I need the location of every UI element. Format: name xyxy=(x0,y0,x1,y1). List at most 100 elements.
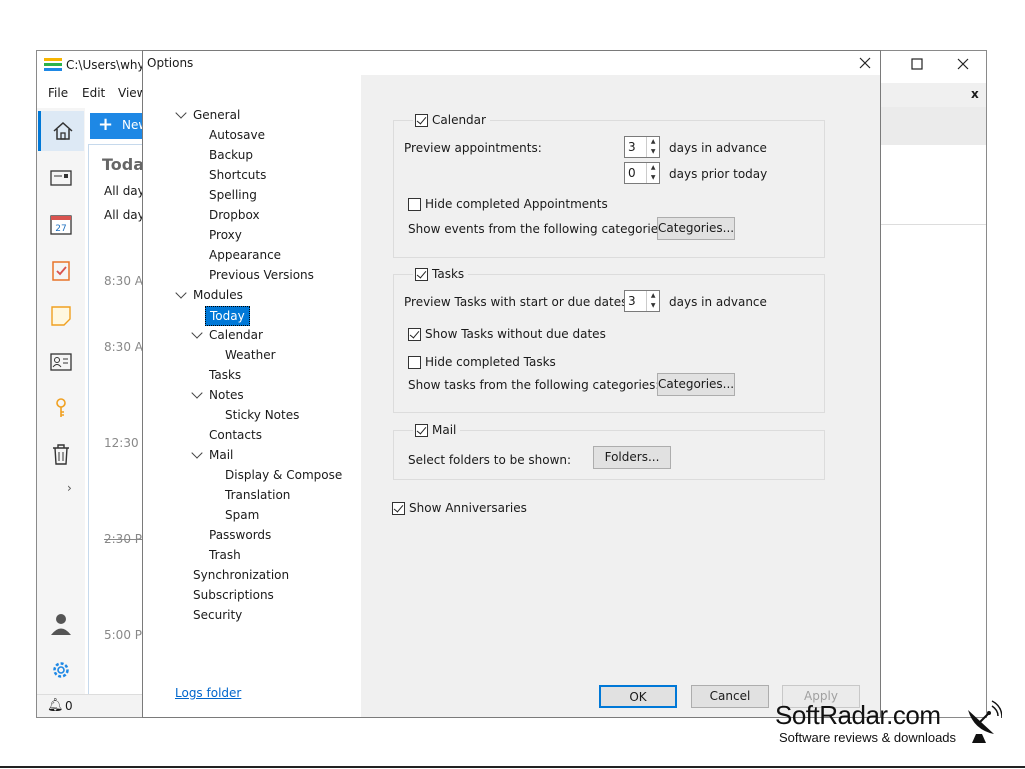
tree-item-calendar[interactable]: Calendar xyxy=(209,328,263,342)
tasks-icon[interactable] xyxy=(38,250,84,290)
spin-up-icon[interactable]: ▲ xyxy=(647,137,659,147)
allday-item[interactable]: All day xyxy=(104,184,145,198)
chevron-down-icon[interactable] xyxy=(191,447,203,459)
ok-button[interactable]: OK xyxy=(599,685,677,708)
tasks-days-advance-value[interactable]: 3 xyxy=(625,291,646,311)
bell-icon[interactable]: 🔔︎ xyxy=(47,698,64,713)
allday-item[interactable]: All day xyxy=(104,208,145,222)
spin-down-icon[interactable]: ▼ xyxy=(647,147,659,157)
trash-icon[interactable] xyxy=(38,434,84,474)
tree-item-proxy[interactable]: Proxy xyxy=(209,228,242,242)
status-bar: 🔔︎ 0 xyxy=(37,694,144,717)
tree-item-spelling[interactable]: Spelling xyxy=(209,188,257,202)
tree-item-passwords[interactable]: Passwords xyxy=(209,528,271,542)
hide-completed-tasks-row[interactable]: Hide completed Tasks xyxy=(408,355,556,369)
reading-pane: x xyxy=(881,83,986,717)
select-folders-label: Select folders to be shown: xyxy=(408,453,572,467)
tasks-categories-button[interactable]: Categories... xyxy=(657,373,735,396)
cancel-button[interactable]: Cancel xyxy=(691,685,769,708)
tree-item-autosave[interactable]: Autosave xyxy=(209,128,265,142)
mail-checkbox[interactable] xyxy=(415,423,428,437)
calendar-icon[interactable]: 27 xyxy=(38,204,84,244)
show-anniversaries-row[interactable]: Show Anniversaries xyxy=(392,501,527,515)
tree-item-dropbox[interactable]: Dropbox xyxy=(209,208,260,222)
mail-group-header[interactable]: Mail xyxy=(413,423,461,437)
days-advance-stepper[interactable]: 3 ▲ ▼ xyxy=(624,136,660,158)
calendar-group-title: Calendar xyxy=(432,113,486,127)
hide-completed-appointments-label: Hide completed Appointments xyxy=(425,197,608,211)
dialog-close-icon[interactable] xyxy=(859,57,871,72)
spin-up-icon[interactable]: ▲ xyxy=(647,291,659,301)
satellite-dish-icon xyxy=(964,700,1003,747)
tree-item-appearance[interactable]: Appearance xyxy=(209,248,281,262)
module-sidebar: 27 › xyxy=(37,108,85,694)
logs-folder-link[interactable]: Logs folder xyxy=(175,686,241,700)
menu-edit[interactable]: Edit xyxy=(82,86,105,100)
tasks-group-title: Tasks xyxy=(432,267,465,281)
tree-item-display-compose[interactable]: Display & Compose xyxy=(225,468,342,482)
days-prior-value[interactable]: 0 xyxy=(625,163,646,183)
user-icon[interactable] xyxy=(38,604,84,644)
chevron-down-icon[interactable] xyxy=(191,327,203,339)
preview-tasks-label: Preview Tasks with start or due dates: xyxy=(404,295,632,309)
chevron-down-icon[interactable] xyxy=(191,387,203,399)
tree-item-today[interactable]: Today xyxy=(205,306,250,326)
hide-completed-tasks-checkbox[interactable] xyxy=(408,355,421,369)
calendar-checkbox[interactable] xyxy=(415,113,428,127)
spin-down-icon[interactable]: ▼ xyxy=(647,301,659,311)
notes-icon[interactable] xyxy=(38,296,84,336)
chevron-down-icon[interactable] xyxy=(175,287,187,299)
expand-chevron-icon[interactable]: › xyxy=(67,481,72,495)
show-anniversaries-checkbox[interactable] xyxy=(392,501,405,515)
maximize-icon[interactable] xyxy=(911,58,923,73)
tree-item-previous-versions[interactable]: Previous Versions xyxy=(209,268,314,282)
tree-item-modules[interactable]: Modules xyxy=(193,288,243,302)
show-tasks-without-due-checkbox[interactable] xyxy=(408,327,421,341)
new-button[interactable]: + New xyxy=(90,113,148,139)
spin-up-icon[interactable]: ▲ xyxy=(647,163,659,173)
show-tasks-without-due-row[interactable]: Show Tasks without due dates xyxy=(408,327,606,341)
tree-item-tasks[interactable]: Tasks xyxy=(209,368,241,382)
close-tab-icon[interactable]: x xyxy=(971,87,979,101)
tree-item-trash[interactable]: Trash xyxy=(209,548,241,562)
mail-icon[interactable] xyxy=(38,158,84,198)
tree-item-synchronization[interactable]: Synchronization xyxy=(193,568,289,582)
hide-completed-appointments-checkbox[interactable] xyxy=(408,197,421,211)
key-icon[interactable] xyxy=(38,388,84,428)
calendar-group-header[interactable]: Calendar xyxy=(413,113,490,127)
toolbar-strip xyxy=(881,107,986,145)
menu-file[interactable]: File xyxy=(48,86,68,100)
tree-item-shortcuts[interactable]: Shortcuts xyxy=(209,168,266,182)
folders-button[interactable]: Folders... xyxy=(593,446,671,469)
tree-item-contacts[interactable]: Contacts xyxy=(209,428,262,442)
preview-appointments-label: Preview appointments: xyxy=(404,141,542,155)
tree-item-notes[interactable]: Notes xyxy=(209,388,244,402)
days-advance-value[interactable]: 3 xyxy=(625,137,646,157)
tree-item-spam[interactable]: Spam xyxy=(225,508,259,522)
show-tasks-categories-label: Show tasks from the following categories… xyxy=(408,378,660,392)
tasks-checkbox[interactable] xyxy=(415,267,428,281)
mail-group-title: Mail xyxy=(432,423,457,437)
tree-item-mail[interactable]: Mail xyxy=(209,448,233,462)
tree-item-general[interactable]: General xyxy=(193,108,240,122)
contacts-icon[interactable] xyxy=(38,342,84,382)
tasks-days-advance-stepper[interactable]: 3 ▲ ▼ xyxy=(624,290,660,312)
days-prior-stepper[interactable]: 0 ▲ ▼ xyxy=(624,162,660,184)
show-tasks-without-due-label: Show Tasks without due dates xyxy=(425,327,606,341)
tree-item-backup[interactable]: Backup xyxy=(209,148,253,162)
tasks-group-header[interactable]: Tasks xyxy=(413,267,469,281)
home-icon[interactable] xyxy=(38,111,84,151)
calendar-categories-button[interactable]: Categories... xyxy=(657,217,735,240)
tree-item-security[interactable]: Security xyxy=(193,608,242,622)
spin-down-icon[interactable]: ▼ xyxy=(647,173,659,183)
main-close-icon[interactable] xyxy=(957,58,969,73)
tree-item-weather[interactable]: Weather xyxy=(225,348,276,362)
settings-gear-icon[interactable] xyxy=(38,650,84,690)
app-logo-icon xyxy=(44,56,62,75)
tree-item-subscriptions[interactable]: Subscriptions xyxy=(193,588,274,602)
divider xyxy=(881,224,986,225)
tree-item-translation[interactable]: Translation xyxy=(225,488,290,502)
tree-item-sticky-notes[interactable]: Sticky Notes xyxy=(225,408,299,422)
chevron-down-icon[interactable] xyxy=(175,107,187,119)
hide-completed-appointments-row[interactable]: Hide completed Appointments xyxy=(408,197,608,211)
